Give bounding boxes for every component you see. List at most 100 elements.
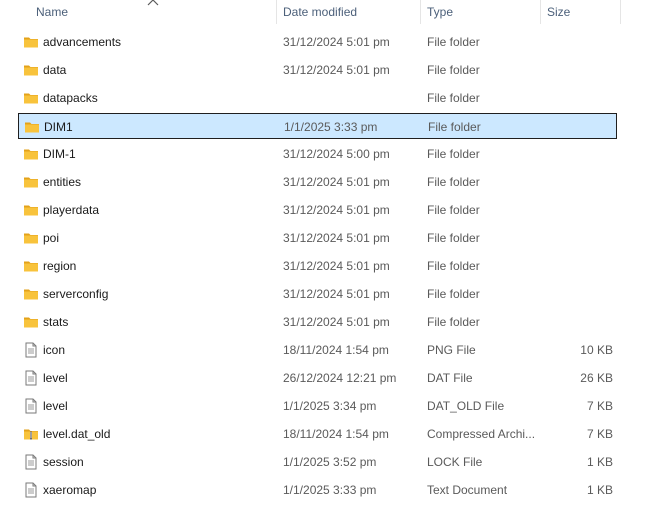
file-row[interactable]: DIM-1 31/12/2024 5:00 pm File folder [18, 141, 617, 167]
sort-ascending-icon [147, 0, 159, 6]
file-type: Text Document [427, 483, 508, 497]
column-divider[interactable] [420, 0, 421, 24]
folder-icon [24, 119, 40, 135]
file-name: DIM1 [44, 120, 73, 134]
file-name: advancements [43, 35, 122, 49]
column-type-header[interactable]: Type [427, 0, 453, 24]
column-date-header[interactable]: Date modified [283, 0, 357, 24]
file-date-modified: 31/12/2024 5:01 pm [283, 35, 390, 49]
file-date-modified: 18/11/2024 1:54 pm [283, 343, 389, 357]
file-name: DIM-1 [43, 147, 76, 161]
column-size-header[interactable]: Size [547, 0, 570, 24]
file-type: File folder [427, 35, 480, 49]
file-type: File folder [427, 231, 480, 245]
file-name: data [43, 63, 67, 77]
file-row[interactable]: stats 31/12/2024 5:01 pm File folder [18, 309, 617, 335]
file-row[interactable]: playerdata 31/12/2024 5:01 pm File folder [18, 197, 617, 223]
file-name: stats [43, 315, 69, 329]
column-header-bar: Name Date modified Type Size [0, 0, 645, 24]
file-type: Compressed Archi... [427, 427, 536, 441]
file-row[interactable]: DIM1 1/1/2025 3:33 pm File folder [18, 113, 617, 139]
column-divider[interactable] [540, 0, 541, 24]
file-date-modified: 1/1/2025 3:34 pm [283, 399, 377, 413]
file-row[interactable]: poi 31/12/2024 5:01 pm File folder [18, 225, 617, 251]
column-divider[interactable] [276, 0, 277, 24]
folder-icon [23, 202, 39, 218]
file-icon [23, 370, 39, 386]
file-date-modified: 1/1/2025 3:52 pm [283, 455, 377, 469]
file-row[interactable]: level 1/1/2025 3:34 pm DAT_OLD File 7 KB [18, 393, 617, 419]
file-row[interactable]: datapacks File folder [18, 85, 617, 111]
file-date-modified: 31/12/2024 5:01 pm [283, 175, 390, 189]
folder-icon [23, 258, 39, 274]
file-date-modified: 1/1/2025 3:33 pm [284, 120, 378, 134]
file-type: File folder [427, 91, 480, 105]
file-size: 26 KB [580, 371, 613, 385]
file-type: PNG File [427, 343, 476, 357]
file-date-modified: 31/12/2024 5:00 pm [283, 147, 390, 161]
file-size: 7 KB [586, 427, 613, 441]
file-type: DAT_OLD File [427, 399, 505, 413]
file-type: File folder [427, 315, 480, 329]
file-date-modified: 1/1/2025 3:33 pm [283, 483, 377, 497]
file-row[interactable]: entities 31/12/2024 5:01 pm File folder [18, 169, 617, 195]
file-date-modified: 31/12/2024 5:01 pm [283, 259, 390, 273]
file-name: datapacks [43, 91, 98, 105]
file-type: DAT File [427, 371, 473, 385]
file-name: poi [43, 231, 60, 245]
file-size: 7 KB [586, 399, 613, 413]
file-name: session [43, 455, 84, 469]
file-name: region [43, 259, 77, 273]
file-icon [23, 454, 39, 470]
folder-icon [23, 286, 39, 302]
folder-icon [23, 174, 39, 190]
file-type: File folder [428, 120, 481, 134]
file-size: 1 KB [586, 455, 613, 469]
file-date-modified: 31/12/2024 5:01 pm [283, 287, 390, 301]
file-type: File folder [427, 147, 480, 161]
file-name: xaeromap [43, 483, 97, 497]
file-date-modified: 18/11/2024 1:54 pm [283, 427, 389, 441]
file-type: File folder [427, 63, 480, 77]
file-date-modified: 31/12/2024 5:01 pm [283, 63, 390, 77]
file-row[interactable]: session 1/1/2025 3:52 pm LOCK File 1 KB [18, 449, 617, 475]
file-icon [23, 342, 39, 358]
file-size: 10 KB [580, 343, 613, 357]
file-type: LOCK File [427, 455, 483, 469]
file-name: entities [43, 175, 82, 189]
file-name: icon [43, 343, 66, 357]
file-name: level [43, 371, 68, 385]
file-name: level.dat_old [43, 427, 111, 441]
column-name-header[interactable]: Name [36, 0, 68, 24]
folder-icon [23, 146, 39, 162]
file-type: File folder [427, 287, 480, 301]
file-type: File folder [427, 175, 480, 189]
file-row[interactable]: data 31/12/2024 5:01 pm File folder [18, 57, 617, 83]
file-date-modified: 31/12/2024 5:01 pm [283, 203, 390, 217]
file-name: level [43, 399, 68, 413]
file-date-modified: 31/12/2024 5:01 pm [283, 315, 390, 329]
file-row[interactable]: xaeromap 1/1/2025 3:33 pm Text Document 1 K… [18, 477, 617, 503]
file-icon [23, 482, 39, 498]
file-row[interactable]: icon 18/11/2024 1:54 pm PNG File 10 KB [18, 337, 617, 363]
file-icon [23, 398, 39, 414]
folder-icon [23, 314, 39, 330]
file-name: serverconfig [43, 287, 109, 301]
folder-icon [23, 34, 39, 50]
folder-icon [23, 62, 39, 78]
file-row[interactable]: advancements 31/12/2024 5:01 pm File folde… [18, 29, 617, 55]
folder-icon [23, 230, 39, 246]
file-type: File folder [427, 203, 480, 217]
file-size: 1 KB [586, 483, 613, 497]
zip-folder-icon [23, 426, 39, 442]
file-type: File folder [427, 259, 480, 273]
file-date-modified: 31/12/2024 5:01 pm [283, 231, 390, 245]
file-row[interactable]: region 31/12/2024 5:01 pm File folder [18, 253, 617, 279]
file-row[interactable]: level.dat_old 18/11/2024 1:54 pm Compresse… [18, 421, 617, 447]
file-date-modified: 26/12/2024 12:21 pm [283, 371, 397, 385]
file-row[interactable]: serverconfig 31/12/2024 5:01 pm File folde… [18, 281, 617, 307]
file-row[interactable]: level 26/12/2024 12:21 pm DAT File 26 KB [18, 365, 617, 391]
column-divider[interactable] [620, 0, 621, 24]
file-name: playerdata [43, 203, 100, 217]
folder-icon [23, 90, 39, 106]
